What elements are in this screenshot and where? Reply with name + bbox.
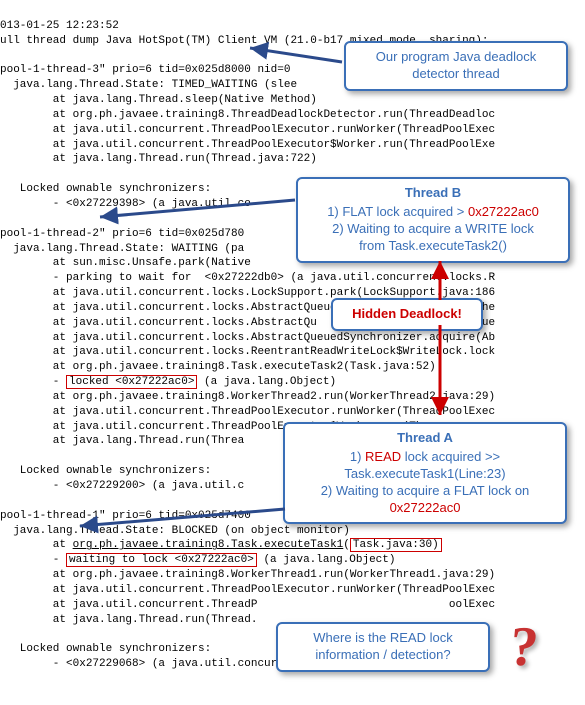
stack-line: at org.ph.javaee.training8.WorkerThread2…	[0, 391, 495, 403]
stack-line: at org.ph.javaee.training8.ThreadDeadloc…	[0, 109, 495, 121]
callout-thread-b: Thread B 1) FLAT lock acquired > 0x27222…	[296, 177, 570, 263]
callout-thread-a: Thread A 1) READ lock acquired >> Task.e…	[283, 422, 567, 524]
task-highlight: Task.java:30)	[350, 538, 442, 552]
callout-question: Where is the READ lock information / det…	[276, 622, 490, 672]
stack-line: - parking to wait for <0x27222db0> (a ja…	[0, 272, 495, 284]
stack-line: at java.lang.Thread.run(Threa	[0, 435, 244, 447]
stack-line: at sun.misc.Unsafe.park(Native	[0, 257, 251, 269]
stack-line: at java.lang.Thread.run(Thread.java:722)	[0, 153, 317, 165]
stack-line: at java.lang.Thread.sleep(Native Method)	[0, 94, 317, 106]
callout-hidden-deadlock: Hidden Deadlock!	[331, 298, 483, 331]
sync-value: - <0x27229200> (a java.util.c	[0, 480, 244, 492]
stack-line: at org.ph.javaee.training8.Task.executeT…	[0, 538, 442, 552]
stack-line: at java.util.concurrent.ThreadPoolExecut…	[0, 124, 495, 136]
sync-header: Locked ownable synchronizers:	[0, 643, 211, 655]
sync-header: Locked ownable synchronizers:	[0, 183, 211, 195]
thread1-state: java.lang.Thread.State: BLOCKED (on obje…	[0, 525, 350, 537]
stack-line: at org.ph.javaee.training8.Task.executeT…	[0, 361, 436, 373]
stack-line: at org.ph.javaee.training8.WorkerThread1…	[0, 569, 495, 581]
thread1-header: pool-1-thread-1" prio=6 tid=0x025d7400	[0, 510, 251, 522]
timestamp: 013-01-25 12:23:52	[0, 20, 119, 32]
stack-line: at java.lang.Thread.run(Thread.	[0, 614, 257, 626]
stack-line: at java.util.concurrent.ThreadPoolExecut…	[0, 406, 495, 418]
stack-line: - waiting to lock <0x27222ac0> (a java.l…	[0, 553, 395, 567]
stack-line: at java.util.concurrent.ThreadPoolExecut…	[0, 139, 495, 151]
sync-value: - <0x27229398> (a java.util.co	[0, 198, 251, 210]
stack-line: - locked <0x27222ac0> (a java.lang.Objec…	[0, 375, 336, 389]
thread-dump: 013-01-25 12:23:52 ull thread dump Java …	[0, 0, 585, 672]
locked-highlight: locked <0x27222ac0>	[66, 375, 197, 389]
waiting-highlight: waiting to lock <0x27222ac0>	[66, 553, 257, 567]
stack-line: at java.util.concurrent.locks.AbstractQu…	[0, 332, 495, 344]
stack-line: at java.util.concurrent.locks.ReentrantR…	[0, 346, 495, 358]
thread2-state: java.lang.Thread.State: WAITING (pa	[0, 243, 244, 255]
sync-header: Locked ownable synchronizers:	[0, 465, 211, 477]
stack-line: at java.util.concurrent.ThreadP oolExec	[0, 599, 495, 611]
thread2-header: pool-1-thread-2" prio=6 tid=0x025d780	[0, 228, 244, 240]
thread3-state: java.lang.Thread.State: TIMED_WAITING (s…	[0, 79, 297, 91]
thread3-header: pool-1-thread-3" prio=6 tid=0x025d8000 n…	[0, 64, 290, 76]
question-mark-icon: ?	[507, 610, 542, 686]
stack-line: at java.util.concurrent.ThreadPoolExecut…	[0, 584, 495, 596]
callout-detector: Our program Java deadlock detector threa…	[344, 41, 568, 91]
